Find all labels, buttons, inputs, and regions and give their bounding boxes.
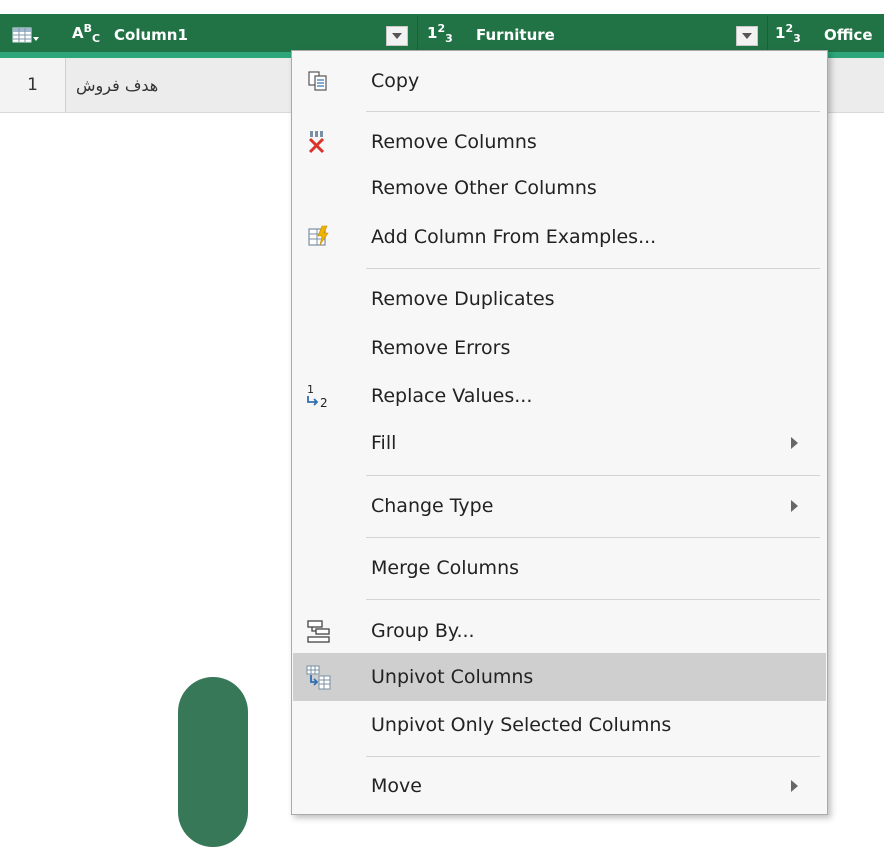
submenu-arrow-icon (791, 780, 798, 792)
menu-item-add-column-from-examples[interactable]: Add Column From Examples... (293, 213, 826, 261)
copy-icon (308, 71, 327, 91)
menu-item-remove-columns[interactable]: Remove Columns (293, 118, 826, 166)
svg-text:1: 1 (307, 383, 314, 396)
menu-item-remove-other-columns[interactable]: Remove Other Columns (293, 164, 826, 212)
menu-separator (366, 537, 820, 538)
column1-filter-dropdown[interactable] (386, 26, 408, 46)
column-divider (767, 16, 768, 52)
replace-values-icon: 1 2 (307, 383, 328, 410)
row-number: 1 (0, 58, 66, 112)
menu-item-remove-errors[interactable]: Remove Errors (293, 324, 826, 372)
menu-item-group-by[interactable]: Group By... (293, 607, 826, 655)
table-cell[interactable]: هدف فروش (66, 58, 288, 112)
add-column-examples-icon (308, 225, 329, 246)
menu-separator (366, 599, 820, 600)
whole-number-type-icon[interactable]: 123 (775, 22, 801, 45)
menu-item-change-type[interactable]: Change Type (293, 482, 826, 530)
menu-item-merge-columns[interactable]: Merge Columns (293, 544, 826, 592)
column-context-menu: Copy Remove Columns Remove Other Columns… (291, 50, 828, 815)
menu-separator (366, 111, 820, 112)
remove-columns-icon (308, 131, 325, 154)
menu-item-unpivot-only-selected-columns[interactable]: Unpivot Only Selected Columns (293, 701, 826, 749)
submenu-arrow-icon (791, 437, 798, 449)
whole-number-type-icon[interactable]: 123 (427, 22, 453, 45)
table-menu-icon[interactable] (12, 27, 40, 45)
unpivot-columns-icon (306, 665, 331, 690)
menu-item-copy[interactable]: Copy (293, 57, 826, 105)
menu-item-fill[interactable]: Fill (293, 419, 826, 467)
furniture-filter-dropdown[interactable] (736, 26, 758, 46)
decorative-green-shape (178, 677, 248, 847)
menu-item-move[interactable]: Move (293, 762, 826, 810)
menu-separator (366, 475, 820, 476)
group-by-icon (307, 620, 330, 643)
submenu-arrow-icon (791, 500, 798, 512)
menu-separator (366, 268, 820, 269)
menu-item-replace-values[interactable]: 1 2 Replace Values... (293, 372, 826, 420)
column-divider (417, 16, 418, 52)
column1-header-title[interactable]: Column1 (114, 26, 188, 44)
furniture-header-title[interactable]: Furniture (476, 26, 555, 44)
menu-item-remove-duplicates[interactable]: Remove Duplicates (293, 275, 826, 323)
svg-text:2: 2 (320, 396, 328, 410)
office-header-title[interactable]: Office (824, 26, 873, 44)
menu-separator (366, 756, 820, 757)
menu-item-unpivot-columns[interactable]: Unpivot Columns (293, 653, 826, 701)
text-type-icon[interactable]: ABC (72, 22, 100, 45)
